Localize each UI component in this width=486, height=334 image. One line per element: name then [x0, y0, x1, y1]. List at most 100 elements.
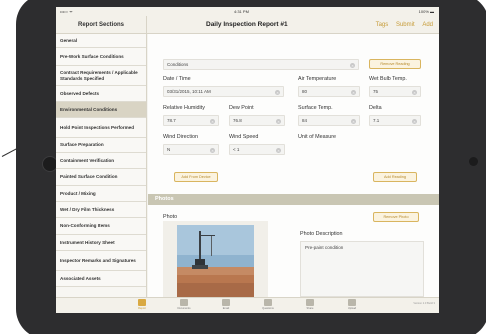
- questions-icon: [264, 299, 272, 306]
- clear-icon[interactable]: ×: [276, 118, 281, 124]
- tab-report[interactable]: Report: [132, 299, 152, 310]
- delta-label: Delta: [369, 105, 382, 111]
- sidebar-item-general[interactable]: General: [56, 34, 146, 48]
- sidebar-item-painted-surface[interactable]: Painted Surface Condition: [56, 169, 146, 186]
- tab-questions[interactable]: Questions: [258, 299, 278, 310]
- clear-icon[interactable]: ×: [412, 89, 417, 95]
- sidebar-item-label: Hold Point Inspections Performed: [60, 124, 135, 130]
- date-time-field[interactable]: 03/31/2015, 10:11 AM ×: [163, 86, 284, 97]
- clear-icon[interactable]: ×: [276, 147, 281, 153]
- sidebar-item-inspector-remarks[interactable]: Inspector Remarks and Signatures: [56, 251, 146, 271]
- add-from-device-button[interactable]: Add From Device: [174, 172, 218, 182]
- conditions-field[interactable]: Conditions ×: [163, 59, 359, 70]
- air-temperature-field[interactable]: 80 ×: [298, 86, 360, 97]
- nav-actions: Tags Submit Add: [370, 16, 433, 34]
- sidebar-item-film-thickness[interactable]: Wet / Dry Film Thickness: [56, 202, 146, 218]
- tab-label: Email: [222, 307, 230, 310]
- environment-form: Conditions × Remove Reading Date / Time …: [148, 34, 439, 297]
- relative-humidity-label: Relative Humidity: [163, 105, 205, 111]
- sidebar-item-label: Non-Conforming Items: [60, 223, 110, 229]
- sidebar-item-containment[interactable]: Containment Verification: [56, 153, 146, 169]
- sidebar-item-label: Environmental Conditions: [60, 106, 118, 112]
- sidebar-item-hold-point[interactable]: Hold Point Inspections Performed: [56, 118, 146, 138]
- documents-icon: [180, 299, 188, 306]
- sidebar-item-label: Pre-Work Surface Conditions: [60, 53, 124, 59]
- unit-of-measure-label: Unit of Measure: [298, 134, 337, 140]
- page-title: Daily Inspection Report #1: [206, 21, 288, 28]
- report-sections-sidebar: General Pre-Work Surface Conditions Cont…: [56, 34, 147, 297]
- status-bar: ••••○ ᯤ 4:31 PM 100% ▬: [56, 7, 439, 16]
- relative-humidity-value: 78.7: [167, 118, 176, 123]
- sidebar-item-pre-work[interactable]: Pre-Work Surface Conditions: [56, 48, 146, 66]
- tab-share[interactable]: Share: [300, 299, 320, 310]
- sidebar-title: Report Sections: [56, 16, 147, 34]
- wet-bulb-temp-label: Wet Bulb Temp.: [369, 76, 407, 82]
- tab-label: Share: [306, 307, 314, 310]
- add-button[interactable]: Add: [422, 22, 433, 28]
- photo-description-value: Pre-paint condition: [305, 245, 344, 250]
- clear-icon[interactable]: ×: [412, 118, 417, 124]
- tab-upload[interactable]: Upload: [342, 299, 362, 310]
- sidebar-item-label: Observed Defects: [60, 90, 100, 96]
- relative-humidity-field[interactable]: 78.7 ×: [163, 115, 219, 126]
- clear-icon[interactable]: ×: [351, 118, 356, 124]
- status-time: 4:31 PM: [234, 9, 249, 14]
- sidebar-item-label: Painted Surface Condition: [60, 174, 118, 180]
- wind-speed-value: < 1: [233, 147, 240, 152]
- tab-email[interactable]: Email: [216, 299, 236, 310]
- submit-button[interactable]: Submit: [396, 22, 415, 28]
- add-reading-button[interactable]: Add Reading: [373, 172, 417, 182]
- tab-label: Documents: [177, 307, 191, 310]
- tab-label: Upload: [347, 307, 357, 310]
- sidebar-item-label: Product / Mixing: [60, 190, 96, 196]
- delta-field[interactable]: 7.1 ×: [369, 115, 421, 126]
- tab-label: Report: [138, 307, 146, 310]
- clear-icon[interactable]: ×: [210, 147, 215, 153]
- sidebar-item-contract-requirements[interactable]: Contract Requirements / Applicable Stand…: [56, 66, 146, 86]
- photo-description-field[interactable]: Pre-paint condition: [300, 241, 424, 297]
- wet-bulb-temp-field[interactable]: 75 ×: [369, 86, 421, 97]
- wet-bulb-temp-value: 75: [373, 89, 379, 94]
- surface-temp-value: 84: [302, 118, 308, 123]
- sidebar-item-label: Contract Requirements / Applicable Stand…: [60, 70, 138, 81]
- app-screen: ••••○ ᯤ 4:31 PM 100% ▬ Report Sections D…: [56, 7, 439, 313]
- upload-icon: [348, 299, 356, 306]
- sidebar-item-non-conforming[interactable]: Non-Conforming Items: [56, 218, 146, 235]
- sensor-dot: [469, 157, 478, 166]
- clear-icon[interactable]: ×: [351, 89, 356, 95]
- sidebar-item-observed-defects[interactable]: Observed Defects: [56, 86, 146, 102]
- signal-indicator: ••••○ ᯤ: [60, 9, 73, 14]
- report-icon: [138, 299, 146, 306]
- sidebar-item-label: Inspector Remarks and Signatures: [60, 257, 136, 263]
- sidebar-item-environmental[interactable]: Environmental Conditions: [56, 102, 146, 118]
- clear-icon[interactable]: ×: [275, 89, 280, 95]
- tags-button[interactable]: Tags: [376, 22, 389, 28]
- sidebar-item-product-mixing[interactable]: Product / Mixing: [56, 186, 146, 202]
- sidebar-item-label: Wet / Dry Film Thickness: [60, 206, 115, 212]
- air-temperature-value: 80: [302, 89, 308, 94]
- photos-section-header: Photos: [148, 194, 439, 205]
- surface-temp-field[interactable]: 84 ×: [298, 115, 360, 126]
- battery-indicator: 100% ▬: [418, 9, 434, 14]
- date-time-value: 03/31/2015, 10:11 AM: [167, 89, 211, 94]
- tab-documents[interactable]: Documents: [174, 299, 194, 310]
- dew-point-field[interactable]: 76.8 ×: [229, 115, 285, 126]
- wind-speed-field[interactable]: < 1 ×: [229, 144, 285, 155]
- sidebar-item-associated-assets[interactable]: Associated Assets: [56, 271, 146, 287]
- bottom-tab-bar: Report Documents Email Questions Share U…: [56, 297, 439, 313]
- remove-reading-button[interactable]: Remove Reading: [369, 59, 421, 69]
- clear-icon[interactable]: ×: [210, 118, 215, 124]
- surface-temp-label: Surface Temp.: [298, 105, 333, 111]
- photo-frame[interactable]: [163, 221, 268, 297]
- sidebar-item-surface-prep[interactable]: Surface Preparation: [56, 138, 146, 153]
- conditions-value: Conditions: [167, 62, 189, 67]
- email-icon: [222, 299, 230, 306]
- wind-direction-field[interactable]: N ×: [163, 144, 219, 155]
- delta-value: 7.1: [373, 118, 380, 123]
- wind-direction-value: N: [167, 147, 171, 152]
- remove-photo-button[interactable]: Remove Photo: [373, 212, 419, 222]
- sidebar-item-instrument-history[interactable]: Instrument History Sheet: [56, 235, 146, 251]
- clear-icon[interactable]: ×: [350, 62, 355, 68]
- date-time-label: Date / Time: [163, 76, 191, 82]
- dew-point-value: 76.8: [233, 118, 242, 123]
